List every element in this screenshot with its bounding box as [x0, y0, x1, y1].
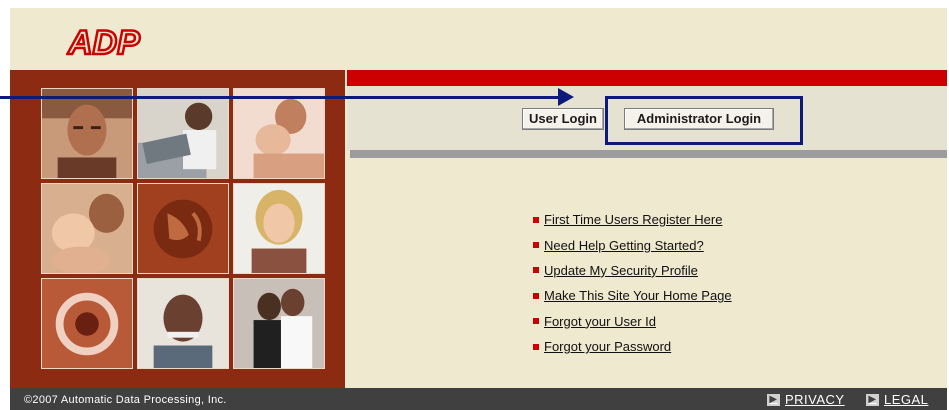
privacy-link[interactable]: ▶ PRIVACY	[767, 392, 845, 407]
abstract-photo	[41, 278, 133, 369]
bullet-icon	[533, 267, 539, 274]
couple-photo	[233, 88, 325, 179]
header: ADP	[10, 8, 947, 70]
bullet-icon	[533, 292, 539, 299]
forgot-password-link[interactable]: Forgot your Password	[544, 339, 671, 354]
laptop-user-photo	[137, 88, 229, 179]
globe-photo	[137, 183, 229, 274]
wedding-couple-photo	[233, 278, 325, 369]
baby-and-father-photo	[41, 183, 133, 274]
arrow-right-icon: ▶	[866, 393, 879, 406]
login-panel: User Login Administrator Login First Tim…	[347, 70, 947, 388]
help-getting-started-link[interactable]: Need Help Getting Started?	[544, 238, 704, 253]
woman-portrait-photo	[233, 183, 325, 274]
photo-panel	[10, 70, 345, 388]
privacy-label: PRIVACY	[785, 392, 845, 407]
red-header-bar	[347, 70, 947, 86]
bullet-icon	[533, 343, 539, 350]
annotation-arrow-line	[0, 96, 560, 99]
help-links-list: First Time Users Register Here Need Help…	[533, 207, 732, 359]
home-page-link[interactable]: Make This Site Your Home Page	[544, 288, 732, 303]
list-item: First Time Users Register Here	[533, 207, 732, 232]
copyright-text: ©2007 Automatic Data Processing, Inc.	[24, 394, 227, 406]
legal-link[interactable]: ▶ LEGAL	[866, 392, 928, 407]
list-item: Make This Site Your Home Page	[533, 283, 732, 308]
bullet-icon	[533, 242, 539, 249]
logo-text: ADP	[67, 24, 140, 60]
security-profile-link[interactable]: Update My Security Profile	[544, 263, 698, 278]
adp-logo[interactable]: ADP	[66, 23, 146, 65]
list-item: Forgot your Password	[533, 334, 732, 359]
legal-label: LEGAL	[884, 392, 929, 407]
list-item: Need Help Getting Started?	[533, 232, 732, 257]
list-item: Forgot your User Id	[533, 309, 732, 334]
highlight-box	[605, 96, 803, 145]
man-portrait-photo	[41, 88, 133, 179]
list-item: Update My Security Profile	[533, 258, 732, 283]
bullet-icon	[533, 216, 539, 223]
register-link[interactable]: First Time Users Register Here	[544, 212, 722, 227]
photo-grid	[41, 88, 326, 371]
bullet-icon	[533, 318, 539, 325]
footer: ©2007 Automatic Data Processing, Inc. ▶ …	[10, 388, 947, 410]
older-man-photo	[137, 278, 229, 369]
page: ADP User Login Administrator Login First…	[10, 8, 947, 410]
user-login-button[interactable]: User Login	[522, 108, 604, 130]
gray-divider	[350, 150, 947, 158]
annotation-arrow-head-icon	[558, 88, 574, 106]
arrow-right-icon: ▶	[767, 393, 780, 406]
forgot-user-id-link[interactable]: Forgot your User Id	[544, 314, 656, 329]
